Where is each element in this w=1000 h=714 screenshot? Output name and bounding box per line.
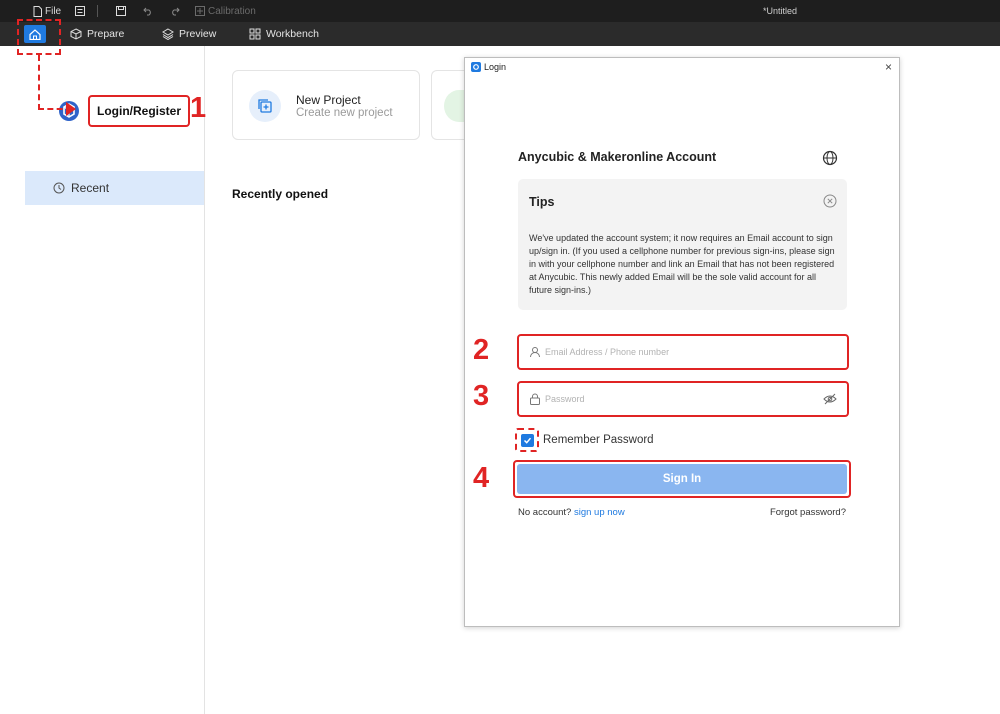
eye-off-icon[interactable] [823, 393, 837, 405]
layers-icon [162, 28, 174, 40]
main-tab-bar [0, 22, 1000, 46]
clock-icon [53, 182, 65, 194]
step-number-2: 2 [473, 334, 490, 366]
window-title: *Untitled [763, 6, 798, 16]
sidebar [0, 46, 205, 714]
lock-icon [530, 393, 540, 405]
sign-up-link[interactable]: sign up now [574, 507, 625, 518]
check-icon [523, 437, 531, 444]
file-icon [33, 5, 42, 17]
tab-preview-label: Preview [179, 28, 217, 40]
remember-label: Remember Password [543, 434, 654, 446]
save-icon [116, 6, 126, 16]
calibration-button[interactable]: Calibration [195, 0, 256, 22]
login-dialog: Login × Anycubic & Makeronline Account T… [464, 57, 900, 627]
close-icon[interactable]: × [885, 60, 892, 74]
email-input[interactable] [545, 347, 847, 357]
password-input[interactable] [545, 394, 819, 404]
step-number-4: 4 [473, 462, 490, 494]
sidebar-item-recent-label: Recent [71, 181, 110, 195]
dialog-title: Login [484, 62, 507, 72]
new-project-title: New Project [296, 93, 361, 107]
remember-checkbox-highlight [515, 428, 539, 452]
email-field[interactable] [517, 334, 849, 370]
toolbar-divider [97, 5, 98, 17]
dialog-title-bar: Login [471, 62, 506, 72]
redo-icon [172, 7, 180, 16]
calibration-label: Calibration [208, 5, 256, 17]
tab-preview[interactable]: Preview [162, 22, 216, 46]
step-number-1: 1 [190, 92, 207, 124]
recently-opened-heading: Recently opened [232, 187, 329, 201]
file-menu-label: File [45, 5, 62, 17]
signin-highlight: Sign In [513, 460, 851, 498]
no-account-row: No account? sign up now [518, 507, 625, 518]
home-highlight-box [17, 19, 61, 55]
tab-workbench[interactable]: Workbench [249, 22, 319, 46]
grid-icon [249, 28, 261, 40]
list-icon-button[interactable] [75, 0, 85, 22]
account-title: Anycubic & Makeronline Account [518, 150, 717, 164]
calibration-icon [195, 6, 205, 16]
user-icon [530, 347, 540, 358]
password-field[interactable] [517, 381, 849, 417]
annotation-arrow-icon [66, 102, 76, 116]
tab-prepare-label: Prepare [87, 28, 125, 40]
title-bar: File Calibration *Untitled [0, 0, 1000, 22]
no-account-text: No account? [518, 507, 572, 518]
login-register-button[interactable]: Login/Register [58, 95, 191, 127]
globe-icon[interactable] [822, 150, 838, 166]
tips-close-icon[interactable] [823, 194, 837, 208]
app-window: File Calibration *Untitled Prepare Previ… [0, 0, 1000, 714]
remember-password-row[interactable]: Remember Password [515, 428, 654, 452]
list-icon [75, 6, 85, 16]
sign-in-button[interactable]: Sign In [517, 464, 847, 494]
undo-icon [143, 7, 151, 16]
app-logo-icon [471, 62, 481, 72]
step-number-3: 3 [473, 380, 490, 412]
tab-prepare[interactable]: Prepare [70, 22, 124, 46]
tips-body: We've updated the account system; it now… [529, 233, 835, 295]
new-project-icon [249, 90, 281, 122]
login-register-label: Login/Register [88, 95, 191, 127]
save-button[interactable] [116, 0, 126, 22]
forgot-password-link[interactable]: Forgot password? [770, 507, 846, 518]
new-project-card[interactable]: New Project Create new project [232, 70, 420, 140]
new-project-subtitle: Create new project [296, 107, 393, 119]
annotation-connector-vertical [38, 55, 40, 110]
redo-button[interactable] [170, 0, 180, 22]
sidebar-item-recent[interactable]: Recent [25, 171, 204, 205]
cube-icon [70, 28, 82, 40]
remember-checkbox[interactable] [520, 433, 534, 447]
tab-workbench-label: Workbench [266, 28, 319, 40]
tips-panel: Tips We've updated the account system; i… [518, 179, 847, 310]
undo-button[interactable] [143, 0, 153, 22]
tips-title: Tips [529, 195, 555, 209]
